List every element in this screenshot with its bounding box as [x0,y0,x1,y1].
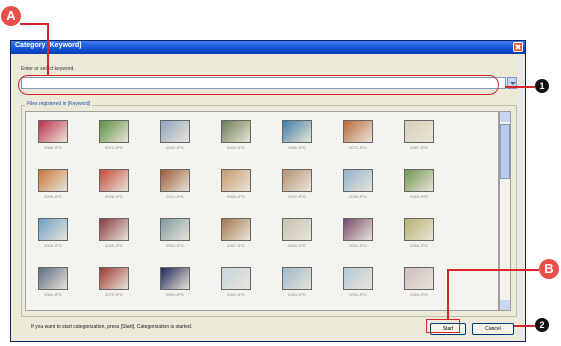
thumbnail-filename: 0110.JPG [166,194,184,199]
thumbnail-filename: 0037.JPG [288,194,306,199]
thumbnail-filename: 0083.JPG [410,194,428,199]
thumbnail-filename: 0043.JPG [227,145,245,150]
thumbnail-image[interactable] [160,169,190,192]
thumbnail-image[interactable] [221,267,251,290]
thumbnail-filename: 0087.JPG [410,145,428,150]
thumbnail-image[interactable] [343,169,373,192]
scroll-thumb[interactable] [500,124,510,179]
thumbnail-filename: 0045.JPG [105,243,123,248]
close-button[interactable] [513,42,523,52]
thumbnail-image[interactable] [282,169,312,192]
thumbnail-filename: 0067.JPG [227,243,245,248]
thumbnail-filename: 0090.JPG [44,194,62,199]
thumbnail-image[interactable] [99,120,129,143]
callout-line-1 [505,86,535,88]
callout-line-b-vertical [447,269,449,319]
thumbnail-filename: 0068.JPG [410,243,428,248]
thumbnail-image[interactable] [404,218,434,241]
start-button-highlight [426,319,460,333]
callout-line-a [20,23,48,25]
callout-2: 2 [535,318,549,332]
thumbnail-filename: 0085.JPG [44,145,62,150]
thumbnail-image[interactable] [221,218,251,241]
thumbnail-image[interactable] [160,120,190,143]
thumbnail-image[interactable] [282,218,312,241]
thumbnail-filename: 0064.JPG [44,292,62,297]
thumbnail-filename: 0089.JPG [288,243,306,248]
thumbnail-filename: 0069.JPG [410,292,428,297]
thumbnail-filename: 0094.JPG [349,292,367,297]
thumbnail-image[interactable] [343,120,373,143]
keyword-input-highlight [18,75,499,95]
scroll-up-button[interactable] [500,112,510,122]
thumbnail-image[interactable] [160,218,190,241]
thumbnail-image[interactable] [404,169,434,192]
callout-a: A [1,6,21,26]
thumbnail-image[interactable] [38,267,68,290]
thumbnail-filename: 0060.JPG [227,292,245,297]
callout-1: 1 [535,79,549,93]
thumbnail-filename: 0028.JPG [105,194,123,199]
thumbnail-image[interactable] [221,169,251,192]
thumbnail-filename: 0054.JPG [166,292,184,297]
thumbnail-image[interactable] [160,267,190,290]
callout-line-2 [514,325,536,327]
thumbnail-image[interactable] [404,120,434,143]
thumbnail-filename: 0073.JPG [349,145,367,150]
thumbnail-filename: 0086.JPG [288,145,306,150]
start-hint: If you want to start categorization, pre… [31,324,193,330]
thumbnail-image[interactable] [282,267,312,290]
thumbnail-grid: 0085.JPG 0071.JPG 0092.JPG 0043.JPG 0086.JPG… [25,111,499,311]
thumbnail-filename: 0092.JPG [166,145,184,150]
thumbnail-image[interactable] [38,218,68,241]
callout-line-b [447,269,539,271]
title-bar[interactable]: Category [Keyword] [11,41,525,54]
thumbnail-filename: 0035.JPG [349,194,367,199]
files-group-label: Files registered in [Keyword] [25,101,93,107]
thumbnail-filename: 0066.JPG [227,194,245,199]
thumbnail-filename: 0006.JPG [44,243,62,248]
thumbnail-image[interactable] [99,218,129,241]
vertical-scrollbar[interactable] [499,111,511,311]
thumbnail-image[interactable] [99,267,129,290]
thumbnail-filename: 0054.JPG [166,243,184,248]
scroll-down-button[interactable] [500,300,510,310]
thumbnail-filename: 0002.JPG [349,243,367,248]
thumbnail-image[interactable] [404,267,434,290]
thumbnail-image[interactable] [282,120,312,143]
thumbnail-image[interactable] [343,218,373,241]
thumbnail-filename: 0071.JPG [105,145,123,150]
thumbnail-image[interactable] [38,169,68,192]
callout-line-a-vertical [47,23,49,76]
thumbnail-filename: 0064.JPG [288,292,306,297]
thumbnail-filename: 0079.JPG [105,292,123,297]
cancel-button[interactable]: Cancel [472,323,514,335]
thumbnail-image[interactable] [343,267,373,290]
thumbnail-image[interactable] [99,169,129,192]
thumbnail-image[interactable] [38,120,68,143]
callout-b: B [539,259,559,279]
thumbnail-image[interactable] [221,120,251,143]
